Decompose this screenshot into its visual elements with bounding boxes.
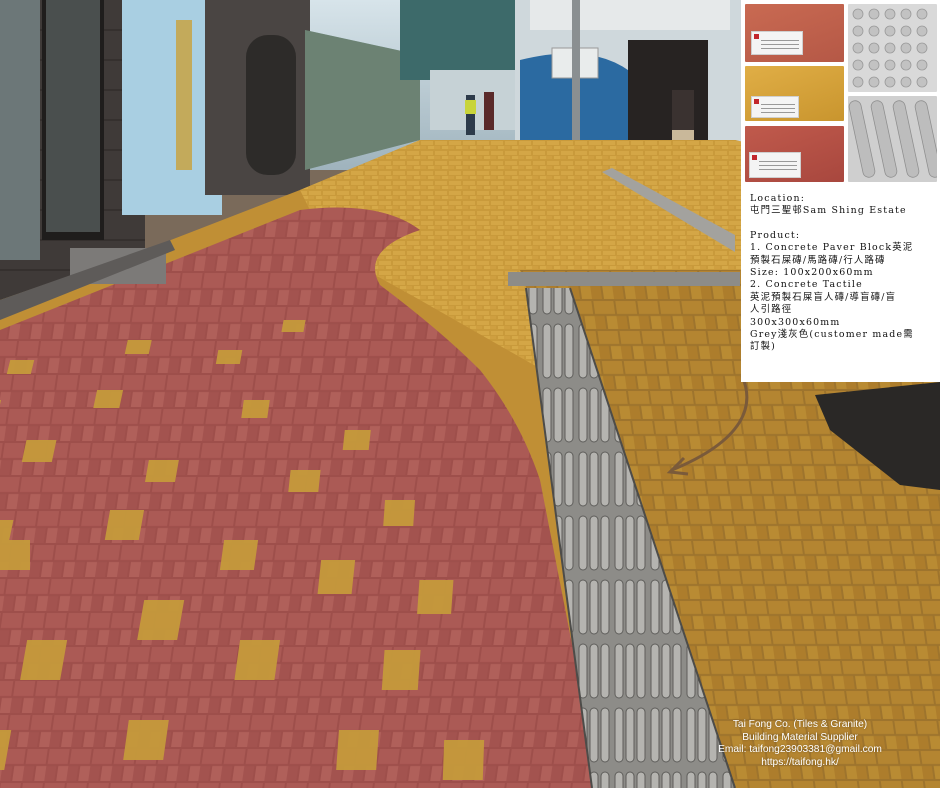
company-tagline: Building Material Supplier [742,731,858,743]
location-value: 屯門三聖邨Sam Shing Estate [750,205,907,217]
company-name: Tai Fong Co. (Tiles & Granite) [732,719,868,730]
tactile-dot-tile-sample [848,4,937,92]
product-line: 預製石屎磚/馬路磚/行人路磚 [750,254,886,266]
company-footer: Tai Fong Co. (Tiles & Granite) Building … [700,719,900,769]
product-line: 1. Concrete Paver Block英泥 [750,242,914,254]
product-line: Grey淺灰色(customer made需 [750,329,914,341]
product-line: 人引路徑 [750,304,793,316]
tactile-bar-tile-sample [848,96,937,182]
product-samples-grid [745,4,938,182]
company-email: Email: taifong23903381@gmail.com [718,744,882,756]
product-label: Product: [750,229,801,241]
paver-block-sample-red [745,4,844,62]
product-line: 訂製) [750,341,777,353]
paver-block-sample-dark-red [745,126,844,182]
product-line: Size: 100x200x60mm [750,267,874,279]
paver-block-sample-yellow [745,66,844,121]
product-line: 300x300x60mm [750,316,841,328]
product-info-text: Location: 屯門三聖邨Sam Shing Estate Product:… [750,193,936,354]
product-line: 2. Concrete Tactile [750,279,863,291]
company-website: https://taifong.hk/ [761,756,839,768]
product-info-card: Location: 屯門三聖邨Sam Shing Estate Product:… [741,0,940,382]
location-label: Location: [750,193,806,204]
product-line: 英泥預製石屎盲人磚/導盲磚/盲 [750,291,897,303]
